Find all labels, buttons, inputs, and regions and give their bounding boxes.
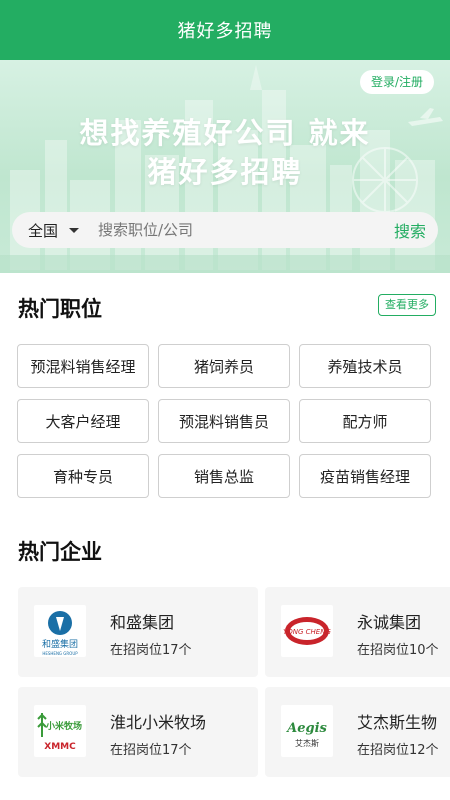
hot-jobs-grid: 预混料销售经理 猪饲养员 养殖技术员 大客户经理 预混料销售员 配方师 育种专员…	[17, 344, 432, 498]
company-card[interactable]: 和盛集团 HESHENG GROUP 和盛集团 在招岗位17个	[18, 587, 258, 677]
job-chip[interactable]: 育种专员	[17, 454, 149, 498]
job-chip[interactable]: 疫苗销售经理	[299, 454, 431, 498]
svg-text:YONG CHENG: YONG CHENG	[283, 628, 331, 636]
company-job-count: 在招岗位10个	[357, 643, 439, 658]
login-register-button[interactable]: 登录/注册	[359, 70, 434, 94]
svg-text:Aegis: Aegis	[285, 721, 327, 736]
search-button[interactable]: 搜索	[386, 218, 438, 242]
aegis-logo-icon: Aegis 艾杰斯	[285, 721, 327, 748]
hero-slogan-line1: 想找养殖好公司 就来	[79, 116, 371, 150]
hot-jobs-title: 热门职位	[18, 297, 102, 321]
job-chip[interactable]: 大客户经理	[17, 399, 149, 443]
company-name: 艾杰斯生物	[357, 713, 438, 732]
top-bar: 猪好多招聘	[0, 0, 450, 60]
hero-banner: 登录/注册 想找养殖好公司 就来 猪好多招聘 全国 搜索	[0, 60, 450, 273]
hot-companies-title: 热门企业	[18, 540, 102, 564]
svg-text:艾杰斯: 艾杰斯	[295, 738, 319, 748]
company-logo: 小米牧场 XMMC	[34, 705, 86, 757]
company-card[interactable]: Aegis 艾杰斯 艾杰斯生物 在招岗位12个	[265, 687, 450, 777]
job-chip[interactable]: 养殖技术员	[299, 344, 431, 388]
company-logo: Aegis 艾杰斯	[281, 705, 333, 757]
job-chip[interactable]: 预混料销售经理	[17, 344, 149, 388]
yongcheng-logo-icon: YONG CHENG	[283, 617, 331, 645]
company-name: 和盛集团	[110, 613, 175, 632]
company-card[interactable]: 小米牧场 XMMC 淮北小米牧场 在招岗位17个	[18, 687, 258, 777]
company-job-count: 在招岗位12个	[357, 743, 439, 758]
svg-text:XMMC: XMMC	[44, 742, 76, 752]
company-name: 永诚集团	[357, 613, 422, 632]
company-logo: 和盛集团 HESHENG GROUP	[34, 605, 86, 657]
app-title: 猪好多招聘	[177, 21, 273, 42]
svg-text:和盛集团: 和盛集团	[42, 638, 78, 650]
hot-companies-list: 和盛集团 HESHENG GROUP 和盛集团 在招岗位17个 YONG CHE…	[18, 587, 450, 800]
company-job-count: 在招岗位17个	[110, 743, 192, 758]
job-chip[interactable]: 销售总监	[158, 454, 290, 498]
job-chip[interactable]: 预混料销售员	[158, 399, 290, 443]
caret-down-icon	[69, 227, 80, 233]
search-bar: 全国 搜索	[12, 212, 438, 248]
search-input[interactable]	[98, 221, 386, 239]
job-chip[interactable]: 猪饲养员	[158, 344, 290, 388]
company-name: 淮北小米牧场	[110, 713, 207, 732]
region-label: 全国	[28, 221, 59, 240]
hero-slogan-line2: 猪好多招聘	[147, 155, 303, 189]
svg-text:小米牧场: 小米牧场	[45, 720, 82, 732]
region-selector[interactable]: 全国	[12, 220, 98, 241]
xiaomi-ranch-logo-icon: 小米牧场 XMMC	[37, 713, 82, 752]
company-card[interactable]: YONG CHENG 永诚集团 在招岗位10个	[265, 587, 450, 677]
company-logo: YONG CHENG	[281, 605, 333, 657]
hesheng-logo-icon: 和盛集团 HESHENG GROUP	[42, 611, 78, 656]
view-more-button[interactable]: 查看更多	[378, 294, 436, 316]
svg-text:HESHENG GROUP: HESHENG GROUP	[42, 651, 78, 656]
job-chip[interactable]: 配方师	[299, 399, 431, 443]
company-job-count: 在招岗位17个	[110, 643, 192, 658]
